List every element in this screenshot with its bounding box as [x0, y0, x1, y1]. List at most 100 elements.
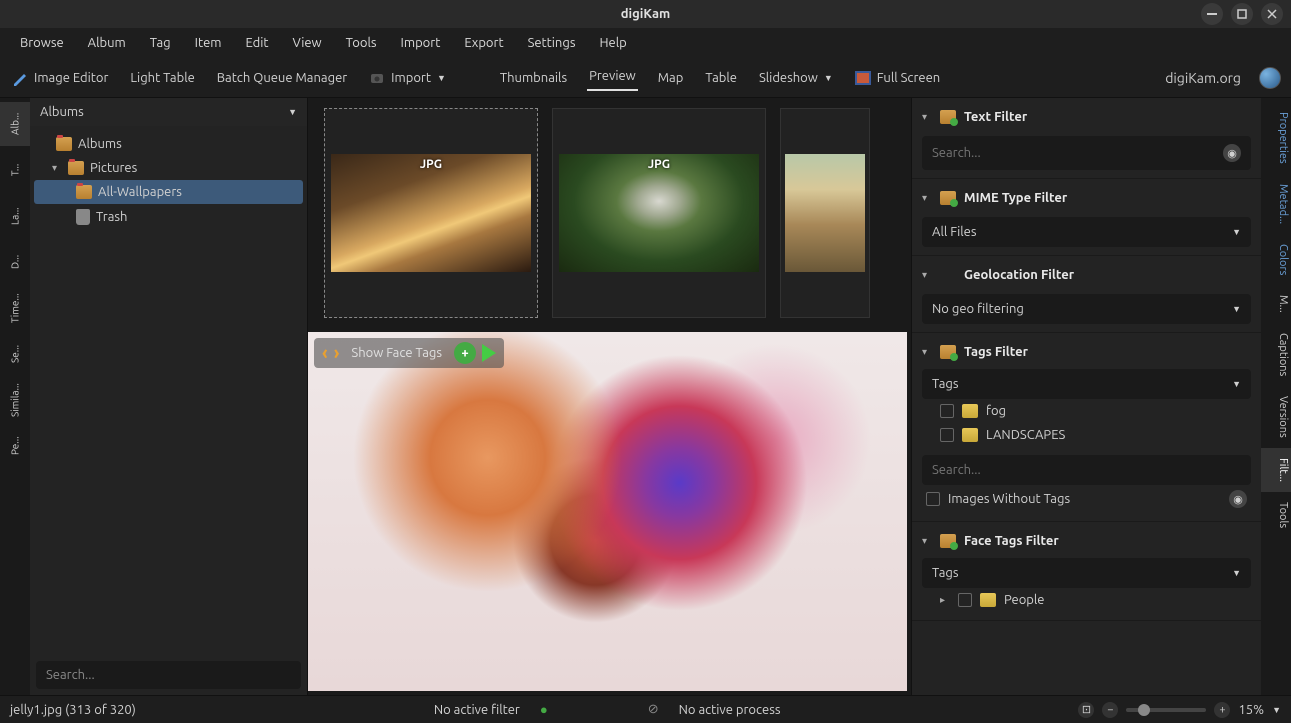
text-filter-input[interactable]: ◉ [922, 136, 1251, 170]
geo-filter-select[interactable]: No geo filtering ▼ [922, 294, 1251, 324]
mime-filter-section: ▾ MIME Type Filter All Files ▼ [912, 179, 1261, 256]
thumbnails-tab[interactable]: Thumbnails [498, 67, 569, 89]
show-face-tags-button[interactable]: Show Face Tags [345, 344, 448, 362]
tag-fog[interactable]: fog [922, 399, 1251, 423]
minimize-button[interactable] [1201, 3, 1223, 25]
menu-tag[interactable]: Tag [138, 30, 183, 56]
checkbox[interactable] [940, 428, 954, 442]
map-tab[interactable]: Map [656, 67, 686, 89]
menu-view[interactable]: View [281, 30, 334, 56]
logo-text[interactable]: digiKam.org [1165, 70, 1241, 86]
zoom-slider[interactable] [1126, 708, 1206, 712]
expand-icon[interactable]: ▸ [940, 594, 950, 606]
menu-import[interactable]: Import [389, 30, 453, 56]
menu-edit[interactable]: Edit [233, 30, 280, 56]
fullscreen-button[interactable]: Full Screen [853, 67, 942, 89]
tag-people[interactable]: ▸ People [922, 588, 1251, 612]
thumbnail-strip[interactable]: JPG JPG [308, 98, 911, 328]
image-editor-button[interactable]: Image Editor [10, 66, 110, 90]
folder-filter-icon [940, 110, 956, 124]
tags-select[interactable]: Tags ▼ [922, 369, 1251, 399]
import-dropdown[interactable]: Import▼ [367, 67, 448, 89]
globe-icon[interactable] [1259, 67, 1281, 89]
geo-filter-header[interactable]: ▾ Geolocation Filter [922, 264, 1251, 286]
albums-panel: Albums ▼ Albums ▾ Pictures All-Wallpaper… [30, 98, 308, 695]
status-cancel-icon[interactable]: ⊘ [648, 702, 659, 717]
zoom-in-button[interactable]: + [1214, 702, 1230, 718]
thumbnail-3[interactable] [780, 108, 870, 318]
rail-tab-captions[interactable]: Captions [1261, 323, 1291, 386]
tags-search-input[interactable] [922, 455, 1251, 485]
tag-landscapes[interactable]: LANDSCAPES [922, 423, 1251, 447]
menubar: Browse Album Tag Item Edit View Tools Im… [0, 28, 1291, 58]
face-tags-select[interactable]: Tags ▼ [922, 558, 1251, 588]
status-filter: No active filter [434, 703, 520, 717]
close-button[interactable] [1261, 3, 1283, 25]
preview-image [308, 332, 907, 691]
batch-queue-button[interactable]: Batch Queue Manager [215, 67, 349, 89]
rail-tab-colors[interactable]: Colors [1261, 234, 1291, 285]
play-button[interactable] [482, 344, 496, 362]
zoom-out-button[interactable]: − [1102, 702, 1118, 718]
menu-settings[interactable]: Settings [516, 30, 588, 56]
rail-tab-map[interactable]: M... [1261, 285, 1291, 323]
add-face-tag-button[interactable]: + [454, 342, 476, 364]
rail-tab-similarity[interactable]: Simila... [0, 378, 30, 422]
menu-browse[interactable]: Browse [8, 30, 76, 56]
rail-tab-albums[interactable]: Alb... [0, 102, 30, 146]
table-tab[interactable]: Table [703, 67, 739, 89]
checkbox[interactable] [958, 593, 972, 607]
rail-tab-tools[interactable]: Tools [1261, 492, 1291, 538]
albums-header[interactable]: Albums ▼ [30, 98, 307, 126]
menu-tools[interactable]: Tools [334, 30, 389, 56]
tree-pictures[interactable]: ▾ Pictures [34, 156, 303, 180]
album-search-input[interactable]: Search... [36, 661, 301, 689]
prev-image-button[interactable]: ‹ [322, 343, 328, 363]
light-table-button[interactable]: Light Table [128, 67, 196, 89]
rail-tab-search[interactable]: Se... [0, 332, 30, 376]
checkbox[interactable] [940, 404, 954, 418]
mime-filter-header[interactable]: ▾ MIME Type Filter [922, 187, 1251, 209]
rail-tab-filters[interactable]: Filt... [1261, 448, 1291, 492]
tags-filter-header[interactable]: ▾ Tags Filter [922, 341, 1251, 363]
tree-trash[interactable]: Trash [34, 204, 303, 230]
face-tags-header[interactable]: ▾ Face Tags Filter [922, 530, 1251, 552]
rail-tab-people[interactable]: Pe... [0, 424, 30, 468]
collapse-icon[interactable]: ▾ [52, 162, 62, 174]
trash-icon [76, 209, 90, 225]
rail-tab-metadata[interactable]: Metad... [1261, 174, 1291, 234]
statusbar: jelly1.jpg (313 of 320) No active filter… [0, 695, 1291, 723]
rail-tab-tags[interactable]: T... [0, 148, 30, 192]
zoom-thumb[interactable] [1138, 704, 1150, 716]
thumbnail-2[interactable]: JPG [552, 108, 766, 318]
tree-all-wallpapers[interactable]: All-Wallpapers [34, 180, 303, 204]
gear-icon[interactable]: ◉ [1223, 144, 1241, 162]
menu-item[interactable]: Item [183, 30, 234, 56]
menu-export[interactable]: Export [452, 30, 515, 56]
chevron-down-icon[interactable]: ▼ [1272, 705, 1281, 715]
next-image-button[interactable]: › [334, 343, 340, 363]
text-filter-header[interactable]: ▾ Text Filter [922, 106, 1251, 128]
center-view: JPG JPG ‹ › Show Face Tags + [308, 98, 911, 695]
rail-tab-timeline[interactable]: Time... [0, 286, 30, 330]
tags-search-field[interactable] [932, 463, 1241, 477]
rail-tab-versions[interactable]: Versions [1261, 386, 1291, 448]
rail-tab-dates[interactable]: D... [0, 240, 30, 284]
chevron-down-icon: ▼ [288, 107, 297, 117]
preview-pane[interactable]: ‹ › Show Face Tags + [308, 332, 907, 691]
text-filter-field[interactable] [932, 146, 1223, 160]
zoom-fit-button[interactable]: ⊡ [1078, 702, 1094, 718]
maximize-button[interactable] [1231, 3, 1253, 25]
checkbox[interactable] [926, 492, 940, 506]
tree-albums-root[interactable]: Albums [34, 132, 303, 156]
rail-tab-labels[interactable]: La... [0, 194, 30, 238]
slideshow-dropdown[interactable]: Slideshow▼ [757, 67, 835, 89]
mime-filter-select[interactable]: All Files ▼ [922, 217, 1251, 247]
gear-icon[interactable]: ◉ [1229, 490, 1247, 508]
thumbnail-1[interactable]: JPG [324, 108, 538, 318]
images-without-tags-row[interactable]: Images Without Tags ◉ [922, 485, 1251, 513]
menu-help[interactable]: Help [587, 30, 638, 56]
rail-tab-properties[interactable]: Properties [1261, 102, 1291, 174]
preview-tab[interactable]: Preview [587, 65, 638, 91]
menu-album[interactable]: Album [76, 30, 138, 56]
